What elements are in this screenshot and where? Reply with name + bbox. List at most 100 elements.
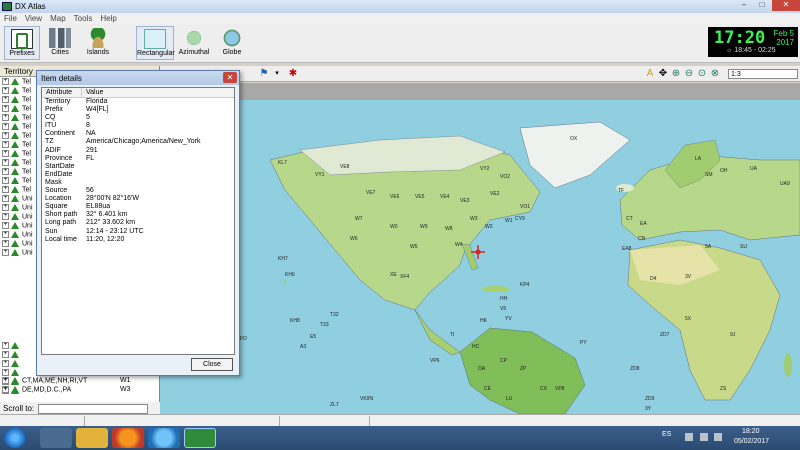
menu-help[interactable]: Help (100, 14, 116, 23)
expand-icon[interactable]: + (2, 386, 9, 393)
firefox-taskbar-icon[interactable] (112, 428, 144, 448)
internet-explorer-taskbar-icon[interactable] (148, 428, 180, 448)
attribute-row[interactable]: Long path 212° 33.602 km (42, 219, 234, 227)
attribute-row[interactable]: StartDate (42, 163, 234, 171)
expand-icon[interactable]: + (2, 342, 9, 349)
map-prefix-label: 5X (685, 316, 692, 322)
dx-atlas-taskbar-icon[interactable] (184, 428, 216, 448)
tree-row[interactable]: + DE,MD,D.C.,PA W3 (2, 386, 158, 394)
zoom-level-field[interactable]: 1:3 (728, 69, 798, 79)
azimuthal-map-icon (183, 28, 205, 48)
zoom-in-icon[interactable]: ⊕ (670, 68, 682, 80)
text-label-icon[interactable]: A (644, 68, 656, 80)
expand-icon[interactable]: + (2, 168, 9, 175)
attribute-row[interactable]: Sun 12:14 - 23:12 UTC (42, 228, 234, 236)
territory-icon (11, 105, 19, 112)
cuba (482, 286, 510, 292)
expand-icon[interactable]: + (2, 150, 9, 157)
file-explorer-taskbar-icon[interactable] (76, 428, 108, 448)
expand-icon[interactable]: + (2, 87, 9, 94)
expand-icon[interactable]: + (2, 351, 9, 358)
attribute-row[interactable]: Short path 32° 6.401 km (42, 211, 234, 219)
value-column-header[interactable]: Value (82, 88, 103, 97)
expand-icon[interactable]: + (2, 114, 9, 121)
close-window-button[interactable]: ✕ (772, 0, 800, 11)
attribute-row[interactable]: ITU 8 (42, 122, 234, 130)
minimize-button[interactable]: – (736, 0, 752, 11)
expand-icon[interactable]: + (2, 78, 9, 85)
attribute-row[interactable]: CQ 5 (42, 114, 234, 122)
attribute-row[interactable]: Local time 11:20, 12:20 (42, 236, 234, 244)
dialog-close-icon[interactable]: ✕ (223, 72, 237, 83)
tray-date[interactable]: 05/02/2017 (734, 438, 769, 445)
expand-icon[interactable]: + (2, 105, 9, 112)
attribute-row[interactable]: Location 28°00'N 82°16'W (42, 195, 234, 203)
language-indicator[interactable]: ES (662, 431, 671, 438)
expand-icon[interactable]: + (2, 369, 9, 376)
maximize-button[interactable]: □ (754, 0, 770, 11)
expand-icon[interactable]: + (2, 177, 9, 184)
expand-icon[interactable]: + (2, 123, 9, 130)
expand-icon[interactable]: + (2, 132, 9, 139)
expand-icon[interactable]: + (2, 213, 9, 220)
expand-icon[interactable]: + (2, 240, 9, 247)
close-button[interactable]: Close (191, 358, 233, 371)
attribute-row[interactable]: EndDate (42, 171, 234, 179)
expand-icon[interactable]: + (2, 249, 9, 256)
expand-icon[interactable]: + (2, 222, 9, 229)
azimuthal-button[interactable]: Azimuthal (176, 26, 212, 60)
territory-icon (11, 87, 19, 94)
expand-icon[interactable]: + (2, 231, 9, 238)
menu-map[interactable]: Map (50, 14, 66, 23)
menu-file[interactable]: File (4, 14, 17, 23)
menu-view[interactable]: View (25, 14, 42, 23)
tree-row[interactable]: + CT,MA,ME,NH,RI,VT W1 (2, 377, 158, 385)
islands-button[interactable]: Islands (80, 26, 116, 60)
attribute-row[interactable]: Prefix W4[FL] (42, 106, 234, 114)
tray-flag-icon[interactable] (685, 433, 693, 441)
attribute-row[interactable]: Province FL (42, 155, 234, 163)
expand-icon[interactable]: + (2, 204, 9, 211)
territory-icon (11, 141, 19, 148)
cities-button[interactable]: Cities (42, 26, 78, 60)
dropdown-arrow-icon[interactable]: ▾ (271, 68, 283, 80)
zoom-region-icon[interactable]: ⊙ (696, 68, 708, 80)
expand-icon[interactable]: + (2, 96, 9, 103)
menu-tools[interactable]: Tools (74, 14, 93, 23)
tree-row-label: DE,MD,D.C.,PA (22, 386, 72, 394)
prefixes-button[interactable]: Prefixes (4, 26, 40, 60)
tree-row-label: CT,MA,ME,NH,RI,VT (22, 377, 88, 385)
media-player-taskbar-icon[interactable] (40, 428, 72, 448)
globe-button[interactable]: Globe (214, 26, 250, 60)
attribute-name: CQ (45, 114, 56, 122)
expand-icon[interactable]: + (2, 377, 9, 384)
attribute-row[interactable]: Square EL88ua (42, 203, 234, 211)
scroll-to-input[interactable] (38, 403, 149, 414)
expand-icon[interactable]: + (2, 360, 9, 367)
pan-icon[interactable]: ✥ (657, 68, 669, 80)
start-button[interactable] (4, 428, 26, 448)
expand-icon[interactable]: + (2, 141, 9, 148)
tray-network-icon[interactable] (700, 433, 708, 441)
expand-icon[interactable]: + (2, 159, 9, 166)
rectangular-button[interactable]: Rectangular (136, 26, 175, 60)
marker-icon[interactable]: ✱ (287, 68, 299, 80)
territory-icon (11, 177, 19, 184)
tray-volume-icon[interactable] (714, 433, 722, 441)
expand-icon[interactable]: + (2, 195, 9, 202)
expand-icon[interactable]: + (2, 186, 9, 193)
attribute-row[interactable]: ADIF 291 (42, 147, 234, 155)
attribute-column-header[interactable]: Attribute (42, 88, 82, 97)
zoom-out-icon[interactable]: ⊖ (683, 68, 695, 80)
attribute-row[interactable]: Continent NA (42, 130, 234, 138)
attribute-row[interactable]: Territory Florida (42, 98, 234, 106)
flag-icon[interactable]: ⚑ (258, 68, 270, 80)
attribute-row[interactable]: Mask (42, 179, 234, 187)
attribute-row[interactable]: Source 56 (42, 187, 234, 195)
tray-time[interactable]: 18:20 (742, 428, 760, 435)
dialog-title-bar[interactable]: Item details (37, 71, 239, 85)
world-map[interactable]: KL7VE8VY1VE7VE6 VE5 VE4VE3VE2VO2VO1VY2CY9W… (160, 100, 800, 414)
zoom-all-icon[interactable]: ⊗ (709, 68, 721, 80)
attribute-row[interactable]: TZ America/Chicago;America/New_York (42, 138, 234, 146)
map-prefix-label: CX (540, 386, 548, 392)
